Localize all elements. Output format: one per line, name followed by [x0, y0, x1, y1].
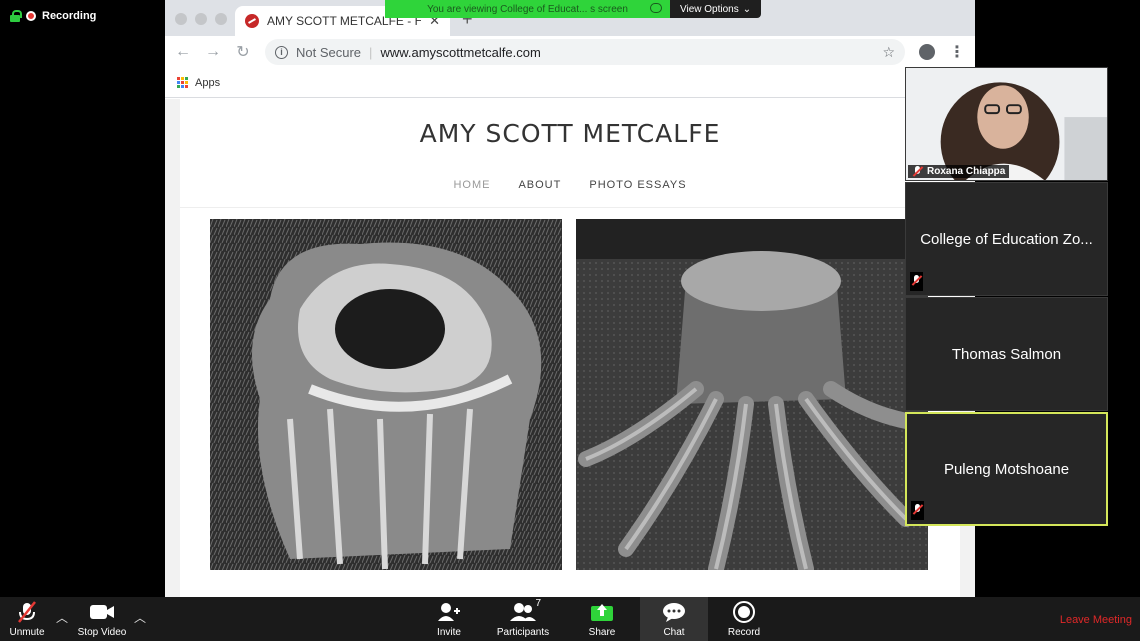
- apps-bookmark[interactable]: Apps: [195, 77, 220, 89]
- participant-tile-thomas[interactable]: Thomas Salmon: [905, 297, 1108, 411]
- record-label: Record: [727, 627, 761, 638]
- participant-tile-roxana[interactable]: Roxana Chiappa: [905, 67, 1108, 181]
- participants-icon: 7: [509, 598, 541, 624]
- photo-root-stump[interactable]: [576, 219, 928, 570]
- participant-tile-puleng[interactable]: Puleng Motshoane: [905, 412, 1108, 526]
- chat-bubble-icon: [660, 600, 688, 624]
- screen-share-banner: You are viewing College of Educat... s s…: [385, 0, 762, 18]
- add-person-icon: [435, 600, 463, 624]
- participant-tile-college[interactable]: College of Education Zo...: [905, 182, 1108, 296]
- chevron-down-icon: ⌄: [742, 3, 752, 15]
- share-label: Share: [588, 627, 616, 638]
- maximize-window-dot[interactable]: [215, 13, 227, 25]
- profile-icon[interactable]: [919, 44, 935, 60]
- record-button[interactable]: Record: [726, 597, 762, 641]
- minimize-window-dot[interactable]: [195, 13, 207, 25]
- stop-video-button[interactable]: Stop Video: [76, 597, 128, 641]
- site-nav-home[interactable]: HOME: [453, 179, 490, 191]
- video-camera-icon: [88, 600, 116, 624]
- share-button[interactable]: Share: [584, 597, 620, 641]
- info-icon[interactable]: i: [275, 45, 288, 59]
- recording-indicator: Recording: [10, 10, 96, 22]
- leave-meeting-button[interactable]: Leave Meeting: [1060, 614, 1132, 626]
- video-options-chevron-icon[interactable]: ︿: [134, 609, 146, 626]
- record-icon: [730, 600, 758, 624]
- site-nav-about[interactable]: ABOUT: [518, 179, 561, 191]
- participants-button[interactable]: 7 Participants: [494, 597, 552, 641]
- record-dot-icon: [26, 11, 36, 21]
- participant-name: Thomas Salmon: [951, 345, 1062, 363]
- participant-name-label: Roxana Chiappa: [908, 165, 1010, 178]
- lock-icon: [10, 10, 22, 22]
- participant-name: College of Education Zo...: [920, 230, 1093, 248]
- apps-grid-icon[interactable]: [177, 76, 189, 89]
- omnibox-separator: |: [369, 44, 373, 60]
- site-nav-photo-essays[interactable]: PHOTO ESSAYS: [589, 179, 686, 191]
- audio-options-chevron-icon[interactable]: ︿: [56, 609, 68, 626]
- web-page: AMY SCOTT METCALFE HOME ABOUT PHOTO ESSA…: [165, 99, 975, 597]
- bookmark-star-icon[interactable]: ☆: [882, 44, 895, 61]
- address-bar[interactable]: i Not Secure | www.amyscottmetcalfe.com …: [265, 39, 905, 65]
- back-arrow-icon[interactable]: ←: [175, 43, 191, 61]
- stop-video-label: Stop Video: [77, 627, 127, 638]
- meeting-toolbar: Unmute ︿ Stop Video ︿ Invite 7 Participa…: [0, 597, 1140, 641]
- security-label: Not Secure: [296, 44, 362, 60]
- invite-button[interactable]: Invite: [430, 597, 468, 641]
- muted-microphone-icon: [13, 600, 41, 624]
- participant-count: 7: [535, 598, 541, 609]
- view-options-label: View Options: [680, 3, 739, 15]
- chat-label: Chat: [663, 627, 685, 638]
- recording-label: Recording: [42, 10, 97, 22]
- muted-mic-icon: [911, 275, 922, 286]
- bookmarks-bar: Apps: [165, 68, 975, 98]
- unmute-label: Unmute: [9, 627, 45, 638]
- site-title[interactable]: AMY SCOTT METCALFE: [180, 119, 960, 148]
- participants-label: Participants: [496, 627, 550, 638]
- browser-toolbar: ← → ↻ i Not Secure | www.amyscottmetcalf…: [165, 36, 975, 68]
- muted-mic-badge: [910, 272, 923, 291]
- window-controls: [175, 13, 227, 25]
- site-favicon-icon: [245, 14, 259, 28]
- page-content: AMY SCOTT METCALFE HOME ABOUT PHOTO ESSA…: [180, 99, 960, 597]
- participant-gallery: Roxana Chiappa College of Education Zo..…: [905, 67, 1108, 527]
- url-text[interactable]: www.amyscottmetcalfe.com: [380, 45, 540, 60]
- nav-divider: [180, 207, 960, 208]
- view-options-button[interactable]: View Options ⌄: [670, 0, 762, 18]
- browser-menu-icon[interactable]: ⋮: [949, 42, 965, 62]
- viewing-screen-notice: You are viewing College of Educat... s s…: [385, 0, 670, 18]
- reload-icon[interactable]: ↻: [235, 42, 251, 62]
- unmute-button[interactable]: Unmute: [6, 597, 48, 641]
- chat-button[interactable]: Chat: [640, 597, 708, 641]
- viewing-text: You are viewing College of Educat... s s…: [427, 3, 628, 15]
- invite-label: Invite: [437, 627, 461, 638]
- participant-video-feed: [906, 68, 1107, 180]
- site-nav: HOME ABOUT PHOTO ESSAYS: [180, 179, 960, 191]
- forward-arrow-icon[interactable]: →: [205, 43, 221, 61]
- close-window-dot[interactable]: [175, 13, 187, 25]
- photo-hollow-stump[interactable]: [210, 219, 562, 570]
- muted-mic-icon: [912, 504, 923, 515]
- participant-name: Roxana Chiappa: [927, 166, 1006, 177]
- muted-mic-icon: [912, 166, 923, 177]
- shared-browser-window: AMY SCOTT METCALFE - Hom ✕ + ← → ↻ i Not…: [165, 0, 975, 597]
- cloud-icon: [650, 3, 662, 13]
- share-screen-icon: [588, 600, 616, 624]
- muted-mic-badge: [911, 501, 924, 520]
- participant-name: Puleng Motshoane: [943, 460, 1070, 478]
